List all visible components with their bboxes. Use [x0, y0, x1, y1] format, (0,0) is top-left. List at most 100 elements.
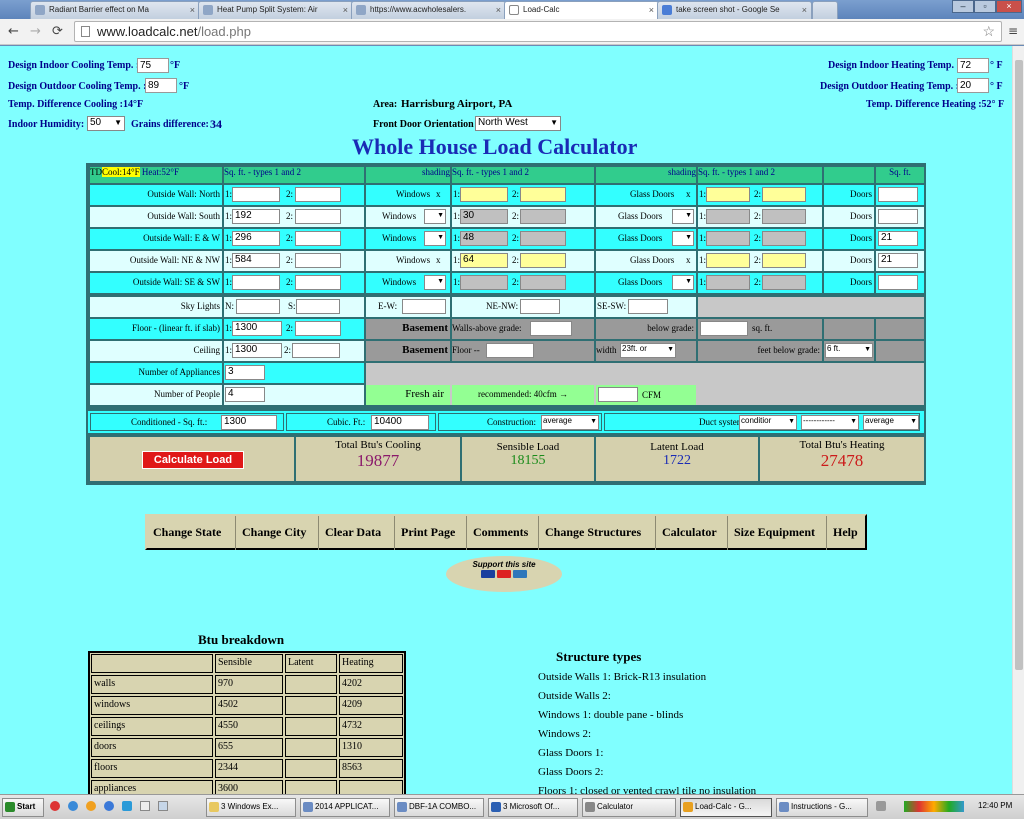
glass-doors-type1-input[interactable]: [706, 253, 750, 268]
tab-google-search[interactable]: take screen shot - Google Se ×: [657, 1, 812, 19]
wall-type2-input[interactable]: [295, 275, 341, 290]
taskbar-item[interactable]: Instructions - G...: [776, 798, 868, 817]
address-bar[interactable]: www.loadcalc.net/load.php ☆: [74, 21, 1002, 42]
menu-size-equipment[interactable]: Size Equipment: [734, 525, 815, 540]
windows-type2-input[interactable]: [520, 253, 566, 268]
quicklaunch-icon[interactable]: [140, 801, 150, 811]
glass-doors-type1-input[interactable]: [706, 209, 750, 224]
taskbar-item[interactable]: 3 Microsoft Of...: [488, 798, 578, 817]
glass-doors-shading-select[interactable]: [672, 275, 694, 290]
windows-type1-input[interactable]: 30: [460, 209, 508, 224]
wall-type1-input[interactable]: 296: [232, 231, 280, 246]
ie-icon[interactable]: [104, 801, 114, 811]
menu-comments[interactable]: Comments: [473, 525, 528, 540]
ceiling-input[interactable]: 1300: [232, 343, 282, 358]
quicklaunch-icon[interactable]: [50, 801, 60, 811]
doors-input[interactable]: 21: [878, 231, 918, 246]
tab-acwholesalers[interactable]: https://www.acwholesalers. ×: [351, 1, 506, 19]
width-select[interactable]: 23ft. or: [620, 343, 676, 358]
menu-print-page[interactable]: Print Page: [401, 525, 455, 540]
new-tab-button[interactable]: [812, 1, 838, 19]
glass-doors-type1-input[interactable]: [706, 275, 750, 290]
duct-select-1[interactable]: conditior: [739, 415, 797, 430]
duct-select-3[interactable]: average: [863, 415, 919, 430]
cubic-input[interactable]: 10400: [371, 415, 429, 430]
fresh-air-input[interactable]: [598, 387, 638, 402]
windows-type2-input[interactable]: [520, 275, 566, 290]
windows-type1-input[interactable]: [460, 187, 508, 202]
menu-change-structures[interactable]: Change Structures: [545, 525, 641, 540]
basement-floor-input[interactable]: [486, 343, 534, 358]
sky-north-input[interactable]: [236, 299, 280, 314]
taskbar-item[interactable]: DBF-1A COMBO...: [394, 798, 484, 817]
close-icon[interactable]: ×: [649, 5, 654, 15]
quicklaunch-icon[interactable]: [122, 801, 132, 811]
construction-select[interactable]: average: [541, 415, 599, 430]
chrome-icon[interactable]: [86, 801, 96, 811]
tab-radiant-barrier[interactable]: Radiant Barrier effect on Ma ×: [30, 1, 200, 19]
minimize-button[interactable]: –: [952, 0, 974, 13]
glass-doors-type2-input[interactable]: [762, 253, 806, 268]
windows-type2-input[interactable]: [520, 231, 566, 246]
menu-change-city[interactable]: Change City: [242, 525, 306, 540]
close-icon[interactable]: ×: [802, 5, 807, 15]
glass-doors-type2-input[interactable]: [762, 209, 806, 224]
windows-type2-input[interactable]: [520, 209, 566, 224]
windows-type1-input[interactable]: [460, 275, 508, 290]
indoor-heating-input[interactable]: 72: [957, 58, 989, 73]
windows-shading-select[interactable]: [424, 209, 446, 224]
help-icon[interactable]: [876, 801, 886, 811]
windows-type2-input[interactable]: [520, 187, 566, 202]
menu-icon[interactable]: ≡: [1008, 24, 1018, 38]
wall-type2-input[interactable]: [295, 187, 341, 202]
doors-input[interactable]: 21: [878, 253, 918, 268]
sky-south-input[interactable]: [296, 299, 340, 314]
reload-icon[interactable]: ⟳: [52, 24, 63, 39]
support-button[interactable]: Support this site: [446, 556, 562, 592]
quicklaunch-icon[interactable]: [158, 801, 168, 811]
wall-type1-input[interactable]: 584: [232, 253, 280, 268]
close-icon[interactable]: ×: [190, 5, 195, 15]
duct-select-2[interactable]: ------------: [801, 415, 859, 430]
windows-shading-select[interactable]: [424, 275, 446, 290]
scrollbar-thumb[interactable]: [1015, 60, 1023, 670]
doors-input[interactable]: [878, 209, 918, 224]
taskbar-item[interactable]: 3 Windows Ex...: [206, 798, 296, 817]
wall-type1-input[interactable]: [232, 275, 280, 290]
maximize-button[interactable]: ▫: [974, 0, 996, 13]
glass-doors-type2-input[interactable]: [762, 275, 806, 290]
back-arrow-icon[interactable]: ←: [8, 24, 19, 39]
glass-doors-shading-select[interactable]: [672, 231, 694, 246]
doors-input[interactable]: [878, 275, 918, 290]
glass-doors-shading-select[interactable]: [672, 209, 694, 224]
wall-type2-input[interactable]: [295, 209, 341, 224]
taskbar-item[interactable]: Calculator: [582, 798, 676, 817]
menu-change-state[interactable]: Change State: [153, 525, 221, 540]
glass-doors-type1-input[interactable]: [706, 187, 750, 202]
outdoor-cooling-input[interactable]: 89: [145, 78, 177, 93]
windows-type1-input[interactable]: 64: [460, 253, 508, 268]
indoor-cooling-input[interactable]: 75: [137, 58, 169, 73]
taskbar-item[interactable]: 2014 APPLICAT...: [300, 798, 390, 817]
wall-type2-input[interactable]: [295, 253, 341, 268]
menu-help[interactable]: Help: [833, 525, 858, 540]
people-input[interactable]: 4: [225, 387, 265, 402]
start-button[interactable]: Start: [2, 798, 44, 817]
door-orientation-select[interactable]: North West: [475, 116, 561, 131]
close-icon[interactable]: ×: [496, 5, 501, 15]
cond-sqft-input[interactable]: 1300: [221, 415, 277, 430]
sky-ew-input[interactable]: [402, 299, 446, 314]
outdoor-heating-input[interactable]: 20: [957, 78, 989, 93]
wall-type1-input[interactable]: 192: [232, 209, 280, 224]
menu-clear-data[interactable]: Clear Data: [325, 525, 381, 540]
tab-heat-pump[interactable]: Heat Pump Split System: Air ×: [198, 1, 353, 19]
sky-sesw-input[interactable]: [628, 299, 668, 314]
windows-shading-select[interactable]: [424, 231, 446, 246]
menu-calculator[interactable]: Calculator: [662, 525, 717, 540]
sky-nenw-input[interactable]: [520, 299, 560, 314]
floor-input[interactable]: 1300: [232, 321, 282, 336]
ceiling-input-2[interactable]: [292, 343, 340, 358]
vertical-scrollbar[interactable]: [1012, 46, 1024, 794]
calculate-load-button[interactable]: Calculate Load: [142, 451, 244, 469]
close-icon[interactable]: ×: [343, 5, 348, 15]
